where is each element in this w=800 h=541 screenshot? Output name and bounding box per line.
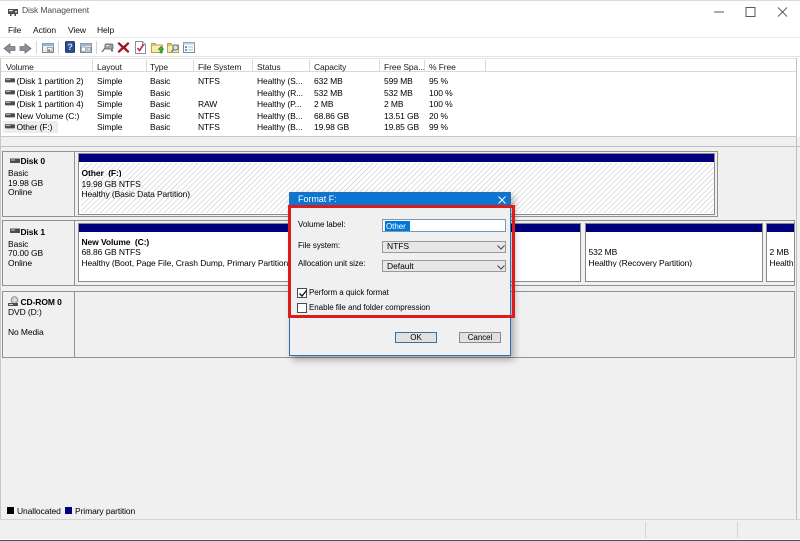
svg-text:?: ? <box>67 42 73 52</box>
